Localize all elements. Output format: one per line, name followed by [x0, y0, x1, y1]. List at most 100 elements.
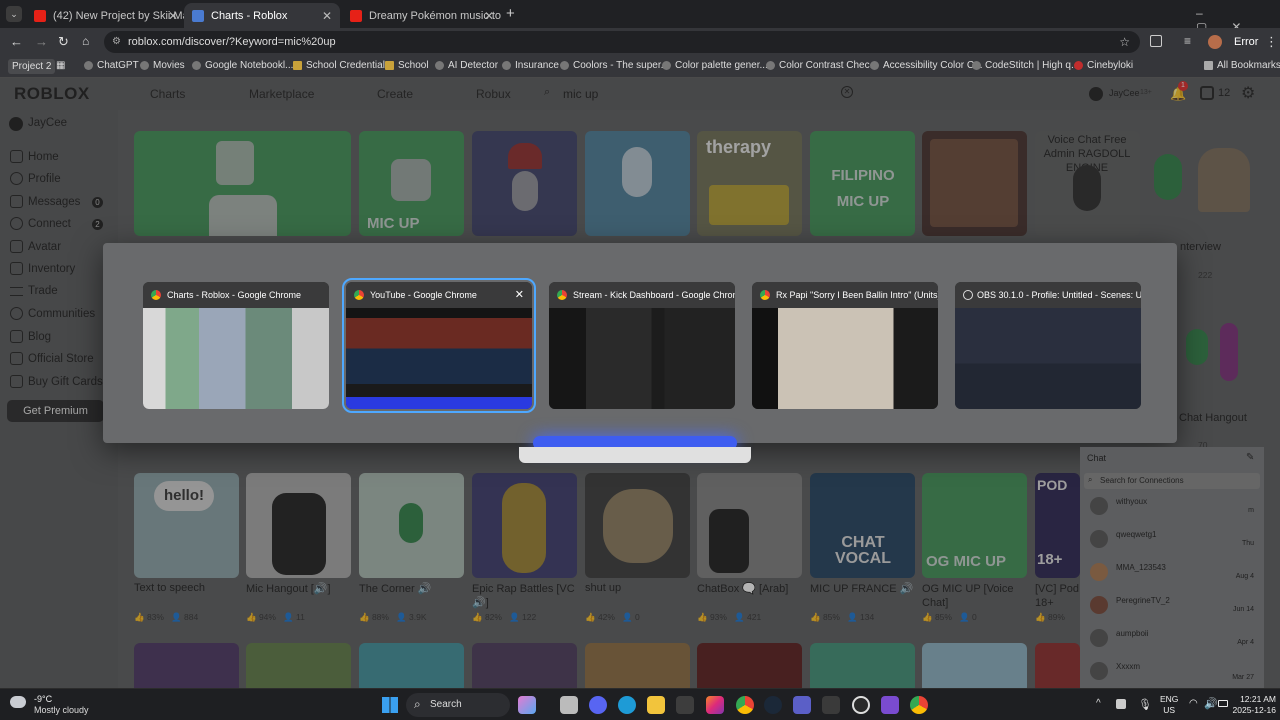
- chrome-icon[interactable]: [910, 696, 928, 714]
- file-explorer-icon[interactable]: [647, 696, 665, 714]
- chrome-icon[interactable]: [736, 696, 754, 714]
- terminal-icon[interactable]: [822, 696, 840, 714]
- close-icon[interactable]: ✕: [168, 9, 178, 23]
- window-thumbnail: [346, 308, 532, 409]
- teams-icon[interactable]: [793, 696, 811, 714]
- search-icon: ⌕: [414, 697, 421, 711]
- discord-icon[interactable]: [589, 696, 607, 714]
- reading-list-icon[interactable]: ≡: [1184, 34, 1191, 48]
- youtube-icon: [34, 9, 46, 22]
- avatar: [1090, 563, 1108, 581]
- connections-search-input[interactable]: ⌕ Search for Connections: [1084, 473, 1260, 489]
- cinebyloki-icon: [1074, 61, 1083, 70]
- tab-search-icon[interactable]: ⌄: [6, 6, 22, 22]
- copilot-icon[interactable]: [518, 696, 536, 714]
- chat-panel: Chat ✎ ⌕ Search for Connections withyoux…: [1080, 447, 1264, 688]
- tab-charts-roblox[interactable]: Charts - Roblox ✕: [184, 3, 340, 28]
- window-thumbnail: [549, 308, 735, 409]
- home-icon[interactable]: ⌂: [82, 34, 89, 48]
- switcher-card-kick[interactable]: Stream - Kick Dashboard - Google Chrome: [549, 282, 735, 409]
- ai-detector-icon: [435, 61, 444, 70]
- task-view-icon[interactable]: [560, 696, 578, 714]
- show-hidden-icons[interactable]: ^: [1096, 698, 1101, 709]
- window-thumbnail: [752, 308, 938, 409]
- steam-icon[interactable]: [764, 696, 782, 714]
- avatar: [1090, 629, 1108, 647]
- bookmark-coolors[interactable]: Coolors - The super...: [560, 60, 669, 71]
- reload-icon[interactable]: ↻: [58, 34, 69, 50]
- profile-avatar[interactable]: [1208, 35, 1222, 49]
- app-icon[interactable]: [881, 696, 899, 714]
- bookmark-project2[interactable]: Project 2: [8, 59, 56, 74]
- extensions-icon[interactable]: [1150, 35, 1162, 47]
- tray-app-icon[interactable]: [1116, 699, 1126, 709]
- weather-widget[interactable]: -9°C Mostly cloudy: [10, 693, 90, 717]
- apps-grid-icon[interactable]: ▦: [56, 60, 65, 71]
- wifi-icon[interactable]: ◠: [1189, 698, 1198, 709]
- bookmark-ai-detector[interactable]: AI Detector: [435, 60, 498, 71]
- obs-icon: [963, 290, 973, 300]
- profile-error-label[interactable]: Error: [1234, 36, 1258, 48]
- back-icon[interactable]: ←: [10, 34, 23, 49]
- windows-start-icon[interactable]: [382, 697, 398, 713]
- bookmark-chatgpt[interactable]: ChatGPT: [84, 60, 139, 71]
- chat-contact-row[interactable]: aumpboii Apr 4: [1086, 623, 1258, 653]
- kick-icon[interactable]: [676, 696, 694, 714]
- new-tab-button[interactable]: +: [506, 5, 515, 22]
- menu-icon[interactable]: ⋮: [1265, 34, 1278, 50]
- close-window-icon[interactable]: ✕: [515, 288, 524, 301]
- bookmark-all[interactable]: All Bookmarks: [1204, 60, 1280, 71]
- bookmark-insurance[interactable]: Insurance: [502, 60, 559, 71]
- window-thumbnail: [955, 308, 1141, 409]
- chat-contact-row[interactable]: withyoux m: [1086, 491, 1258, 521]
- bookmark-notebooklm[interactable]: Google Notebookl...: [192, 60, 293, 71]
- chat-contact-row[interactable]: MMA_123543 Aug 4: [1086, 557, 1258, 587]
- bookmark-cinebyloki[interactable]: Cinebyloki: [1074, 60, 1133, 71]
- bookmark-contrast[interactable]: Color Contrast Chec...: [766, 60, 878, 71]
- bookmark-accessibility[interactable]: Accessibility Color C...: [870, 60, 982, 71]
- window-thumbnail: [143, 308, 329, 409]
- tab-youtube-pokemon[interactable]: Dreamy Pokémon music to rel ✕: [342, 3, 502, 28]
- close-icon[interactable]: ✕: [484, 9, 494, 23]
- bookmark-star-icon[interactable]: ☆: [1119, 31, 1130, 53]
- chat-contact-row[interactable]: qweqwetg1 Thu: [1086, 524, 1258, 554]
- chat-title[interactable]: Chat: [1087, 453, 1106, 463]
- codestitch-icon: [972, 61, 981, 70]
- search-icon: ⌕: [1088, 475, 1093, 484]
- url-field[interactable]: ⚙ roblox.com/discover/?Keyword=mic%20up …: [104, 31, 1140, 53]
- switcher-card-obs[interactable]: OBS 30.1.0 - Profile: Untitled - Scenes:…: [955, 282, 1141, 409]
- accessibility-icon: [870, 61, 879, 70]
- new-chat-icon[interactable]: ✎: [1246, 452, 1254, 463]
- clock[interactable]: 12:21 AM 2025-12-16: [1226, 694, 1276, 716]
- bookmark-codestitch[interactable]: CodeStitch | High q...: [972, 60, 1079, 71]
- folder-icon: [1204, 61, 1213, 70]
- volume-icon[interactable]: 🔊: [1204, 697, 1218, 710]
- cloudy-weather-icon: [10, 696, 26, 708]
- avatar: [1090, 497, 1108, 515]
- language-indicator[interactable]: ENG US: [1160, 694, 1178, 716]
- chrome-icon: [557, 290, 567, 300]
- bookmark-school[interactable]: School: [385, 60, 429, 71]
- switcher-card-charts-roblox[interactable]: Charts - Roblox - Google Chrome: [143, 282, 329, 409]
- movies-icon: [140, 61, 149, 70]
- bookmark-palette[interactable]: Color palette gener...: [662, 60, 768, 71]
- microphone-tray-icon[interactable]: 🎙: [1138, 698, 1152, 711]
- bookmark-movies[interactable]: Movies: [140, 60, 185, 71]
- edge-icon[interactable]: [618, 696, 636, 714]
- instagram-icon[interactable]: [706, 696, 724, 714]
- folder-icon: [385, 61, 394, 70]
- taskbar-search-box[interactable]: ⌕ Search: [406, 693, 510, 717]
- site-info-icon[interactable]: ⚙: [112, 31, 121, 53]
- forward-icon[interactable]: →: [35, 34, 48, 49]
- switcher-card-rx-papi[interactable]: Rx Papi "Sorry I Been Ballin Intro" (Uni…: [752, 282, 938, 409]
- bookmark-school-credentials[interactable]: School Credentials: [293, 60, 390, 71]
- close-icon[interactable]: ✕: [322, 9, 332, 23]
- chat-contact-row[interactable]: PeregrineTV_2 Jun 14: [1086, 590, 1258, 620]
- palette-icon: [662, 61, 671, 70]
- chat-contact-row[interactable]: Xxxxm Mar 27: [1086, 656, 1258, 686]
- obs-icon[interactable]: [852, 696, 870, 714]
- chrome-icon: [354, 290, 364, 300]
- tab-youtube-skii[interactable]: (42) New Project by Skii Mask |✕: [26, 3, 186, 28]
- switcher-card-youtube[interactable]: YouTube - Google Chrome ✕: [342, 278, 536, 413]
- chrome-icon: [760, 290, 770, 300]
